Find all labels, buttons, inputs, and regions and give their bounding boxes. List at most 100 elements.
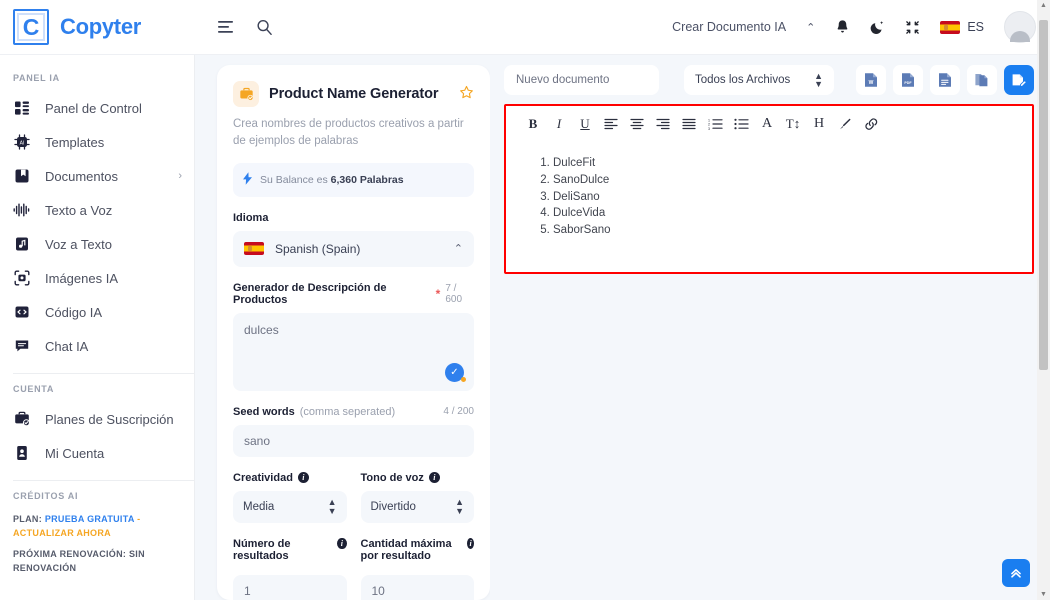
sidebar-item-label: Documentos [45,168,118,184]
editor-content[interactable]: DulceFit SanoDulce DeliSano DulceVida Sa… [506,141,1032,239]
sidebar-item-voz-a-texto[interactable]: Voz a Texto [0,227,194,261]
document-name-input[interactable]: Nuevo documento [504,65,659,95]
font-color-icon[interactable]: A [754,113,780,135]
document-name-value: Nuevo documento [516,74,610,86]
sidebar-section-credits: CRÉDITOS AI [13,491,79,501]
balance-prefix: Su Balance es [260,173,328,186]
export-text-button[interactable] [930,65,960,95]
align-justify-icon[interactable] [676,113,702,135]
brand-initial: C [22,13,40,40]
underline-icon[interactable]: U [572,113,598,135]
template-title: Product Name Generator [269,86,439,102]
page-scrollbar[interactable]: ▲ ▼ [1037,0,1050,600]
editor-panel: Nuevo documento Todos los Archivos ▲ ▼ W … [490,55,1050,600]
scrollbar-up-arrow-icon[interactable]: ▲ [1040,2,1047,9]
template-header: Product Name Generator [233,81,474,107]
bold-icon[interactable]: B [520,113,546,135]
bell-icon[interactable] [835,19,850,35]
spain-flag-icon [940,20,961,34]
sidebar-item-imagenes-ia[interactable]: Imágenes IA [0,261,194,295]
sidebar-item-label: Mi Cuenta [45,445,105,461]
scroll-to-top-button[interactable] [1002,559,1030,587]
sidebar-item-label: Templates [45,134,105,150]
balance-value: 6,360 Palabras [330,173,404,186]
sidebar-item-chat-ia[interactable]: Chat IA [0,329,194,363]
ordered-list-icon[interactable]: 123 [702,113,728,135]
language-field-label: Idioma [233,211,269,224]
sidebar-item-label: Imágenes IA [45,270,118,286]
create-document-chevron-up-icon[interactable]: ⌃ [806,21,815,34]
seed-input[interactable]: sano [233,424,474,457]
info-icon[interactable]: i [428,472,440,483]
scrollbar-down-arrow-icon[interactable]: ▼ [1040,591,1047,598]
create-document-label[interactable]: Crear Documento IA [672,20,786,34]
chevron-up-icon: ⌃ [453,243,463,255]
brand[interactable]: C Copyter [0,9,195,45]
sidebar-item-documentos[interactable]: Documentos › [0,159,194,193]
sidebar-item-templates[interactable]: AI Templates [0,125,194,159]
brand-name: Copyter [60,14,142,39]
chevron-right-icon: › [178,170,182,182]
menu-lines-icon[interactable] [217,20,234,34]
info-icon[interactable]: i [467,537,474,549]
creativity-select[interactable]: Media ▲ ▼ [233,490,347,523]
sidebar-item-planes-de-suscripcion[interactable]: Planes de Suscripción [0,402,194,436]
plan-name: PRUEBA GRATUITA [44,514,135,524]
export-word-button[interactable]: W [856,65,886,95]
creativity-label-text: Creatividad [233,471,293,484]
heading-icon[interactable]: H [806,113,832,135]
info-icon[interactable]: i [297,472,309,483]
prompt-label-text: Generador de Descripción de Productos [233,281,387,306]
document-bookmark-icon [13,167,31,185]
collapse-icon[interactable] [905,20,920,35]
chat-icon [13,337,31,355]
highlight-icon[interactable] [832,113,858,135]
font-size-icon[interactable]: T↕ [780,113,806,135]
document-list: DulceFit SanoDulce DeliSano DulceVida Sa… [526,155,1012,239]
moon-icon[interactable] [870,19,885,35]
italic-icon[interactable]: I [546,113,572,135]
scrollbar-thumb[interactable] [1039,20,1048,370]
balance-text: Su Balance es 6,360 Palabras [260,174,404,186]
export-pdf-button[interactable]: PDF [893,65,923,95]
brand-logo-icon: C [13,9,49,45]
creativity-value: Media [243,500,275,513]
star-outline-icon[interactable] [459,85,474,104]
align-left-icon[interactable] [598,113,624,135]
sidebar-item-mi-cuenta[interactable]: Mi Cuenta [0,436,194,470]
sidebar-item-codigo-ia[interactable]: Código IA [0,295,194,329]
unordered-list-icon[interactable] [728,113,754,135]
align-center-icon[interactable] [624,113,650,135]
prompt-textarea[interactable]: dulces ✓ [233,312,474,391]
maxlen-label-text: Cantidad máxima por resultado [360,537,452,562]
align-right-icon[interactable] [650,113,676,135]
editor-highlight-box: B I U 123 A T↕ H 1. DulceFit 2. SanoDulc… [504,104,1034,274]
copy-document-button[interactable] [967,65,997,95]
tone-select[interactable]: Divertido ▲ ▼ [360,490,474,523]
language-select[interactable]: Spanish (Spain) ⌃ [233,230,474,267]
language-selector[interactable]: ES [940,20,984,34]
seed-label-text: Seed words [233,405,295,418]
app-root: C Copyter Crear Documento IA ⌃ ES PANEL … [0,0,1050,600]
save-document-button[interactable] [1004,65,1034,95]
avatar[interactable] [1004,11,1036,43]
sidebar: PANEL IA Panel de Control AI Templates D… [0,55,195,600]
list-item: DeliSano [553,189,1012,206]
tone-label-text: Tono de voz [360,471,424,484]
sidebar-item-texto-a-voz[interactable]: Texto a Voz [0,193,194,227]
results-input[interactable]: 1 [233,574,347,600]
credits-block: PLAN: PRUEBA GRATUITA - ACTUALIZAR AHORA… [0,509,194,576]
search-icon[interactable] [256,19,273,36]
plan-upgrade-link[interactable]: ACTUALIZAR AHORA [13,528,111,538]
header-right: Crear Documento IA ⌃ ES [672,11,1050,43]
maxlen-input[interactable]: 10 [360,574,474,600]
maxlen-field-label: Cantidad máxima por resultado i [360,537,474,568]
plan-separator: - [137,514,141,524]
link-icon[interactable] [858,113,884,135]
sidebar-divider-2 [13,480,194,481]
maxlen-value: 10 [371,583,385,598]
info-icon[interactable]: i [337,537,347,549]
grammarly-check-icon[interactable]: ✓ [445,362,466,382]
file-filter-select[interactable]: Todos los Archivos ▲ ▼ [684,65,834,95]
sidebar-item-panel-de-control[interactable]: Panel de Control [0,91,194,125]
